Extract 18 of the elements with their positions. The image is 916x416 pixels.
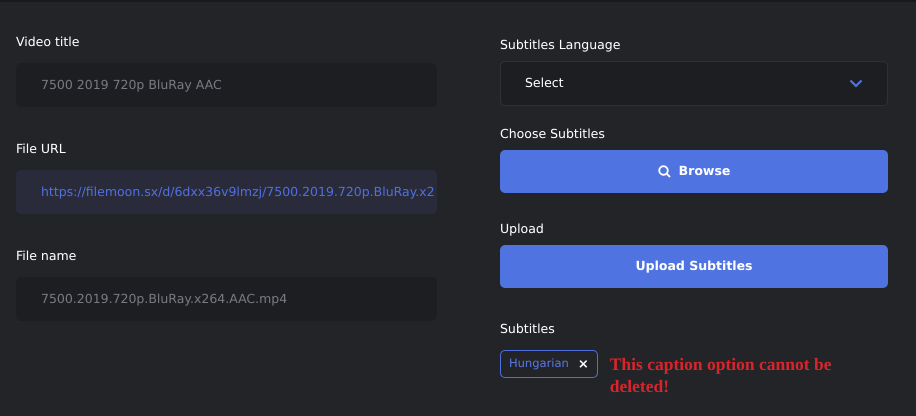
browse-button[interactable]: Browse bbox=[500, 150, 888, 193]
warning-note: This caption option cannot be deleted! bbox=[610, 353, 832, 397]
chevron-down-icon bbox=[849, 79, 863, 88]
field-label: File name bbox=[16, 247, 76, 264]
language-dropdown[interactable]: Select bbox=[500, 61, 888, 106]
field-label: Subtitles bbox=[500, 320, 555, 337]
input-field[interactable]: https://filemoon.sx/d/6dxx36v9lmzj/7500.2019.720p.BluRay.x2 bbox=[16, 170, 437, 214]
field-label: File URL bbox=[16, 140, 66, 157]
field-label: Video title bbox=[16, 33, 80, 50]
input-field[interactable]: 7500.2019.720p.BluRay.x264.AAC.mp4 bbox=[16, 277, 437, 321]
remove-tag-button[interactable]: × bbox=[578, 358, 589, 370]
field-label: Upload bbox=[500, 220, 544, 237]
search-icon bbox=[658, 165, 671, 178]
subtitle-tag: Hungarian × bbox=[500, 350, 598, 378]
field-label: Subtitles Language bbox=[500, 36, 620, 53]
field-label: Choose Subtitles bbox=[500, 125, 605, 142]
upload-button[interactable]: Upload Subtitles bbox=[500, 245, 888, 288]
input-field[interactable]: 7500 2019 720p BluRay AAC bbox=[16, 63, 437, 107]
